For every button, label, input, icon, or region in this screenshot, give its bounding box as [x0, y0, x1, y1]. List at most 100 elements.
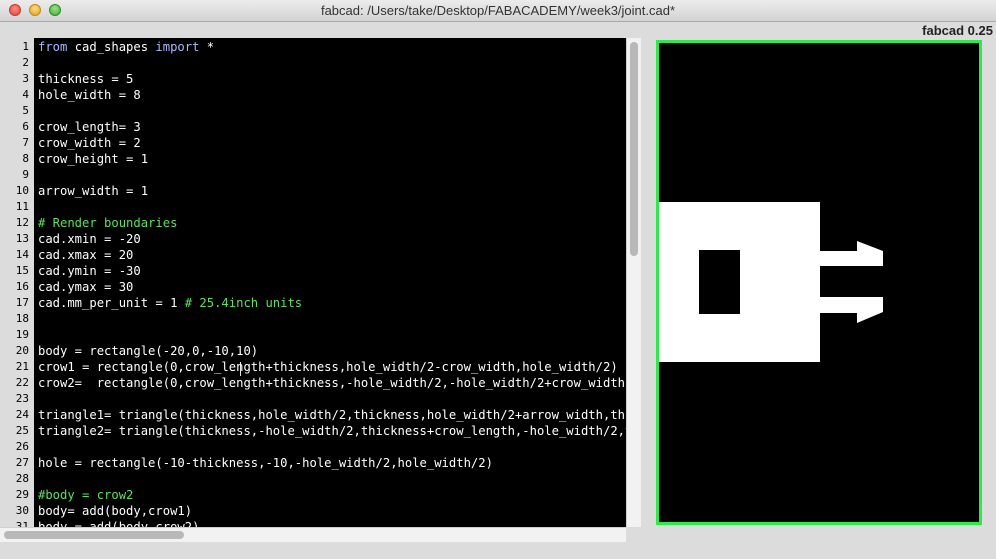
code-text: body = add(body,crow2): [38, 519, 199, 527]
line-number: 13: [15, 232, 29, 245]
zoom-window-button[interactable]: [49, 4, 61, 16]
code-line[interactable]: 30 body= add(body,crow1): [0, 503, 626, 519]
code-line[interactable]: 24 triangle1= triangle(thickness,hole_wid…: [0, 407, 626, 423]
render-preview: [656, 40, 982, 525]
code-lines: 1 from cad_shapes import * 2 3 thickness = 5…: [0, 39, 626, 527]
editor-vertical-scrollbar[interactable]: [626, 38, 641, 527]
minimize-window-button[interactable]: [29, 4, 41, 16]
line-number: 15: [15, 264, 29, 277]
code-line[interactable]: 31 body = add(body,crow2): [0, 519, 626, 527]
code-token: cad_shapes: [67, 40, 156, 54]
code-text: crow2= rectangle(0,crow_length+thickness…: [38, 375, 626, 391]
text-cursor: [240, 362, 241, 376]
line-number: 8: [22, 152, 29, 165]
line-number: 27: [15, 456, 29, 469]
vertical-scroll-thumb[interactable]: [630, 42, 638, 256]
code-line[interactable]: 18: [0, 311, 626, 327]
keyword-token: import: [155, 40, 200, 54]
code-line[interactable]: 1 from cad_shapes import *: [0, 39, 626, 55]
code-line[interactable]: 14 cad.xmax = 20: [0, 247, 626, 263]
code-line[interactable]: 27 hole = rectangle(-10-thickness,-10,-ho…: [0, 455, 626, 471]
comment-token: # 25.4inch units: [184, 296, 303, 310]
line-number: 22: [15, 376, 29, 389]
preview-canvas: [659, 202, 883, 362]
horizontal-scroll-thumb[interactable]: [4, 531, 184, 539]
code-text: crow1 = rectangle(0,crow_length+thicknes…: [38, 359, 618, 375]
code-token: body= add(body,crow1): [38, 504, 193, 518]
code-text: cad.ymax = 30: [38, 279, 133, 295]
code-line[interactable]: 7 crow_width = 2: [0, 135, 626, 151]
line-number: 28: [15, 472, 29, 485]
line-number: 14: [15, 248, 29, 261]
code-line[interactable]: 4 hole_width = 8: [0, 87, 626, 103]
line-number: 6: [22, 120, 29, 133]
code-token: thickness = 5: [38, 72, 134, 86]
code-line[interactable]: 2: [0, 55, 626, 71]
line-number: 12: [15, 216, 29, 229]
comment-token: #body = crow2: [38, 488, 134, 502]
line-number: 16: [15, 280, 29, 293]
title-bar: fabcad: /Users/take/Desktop/FABACADEMY/w…: [0, 0, 996, 22]
code-token: triangle1= triangle(thickness,hole_width…: [38, 408, 626, 422]
line-number: 29: [15, 488, 29, 501]
line-number: 5: [22, 104, 29, 117]
code-token: cad.ymin = -30: [38, 264, 141, 278]
code-token: cad.xmin = -20: [38, 232, 141, 246]
joint-shape: [659, 202, 883, 362]
code-text: cad.xmax = 20: [38, 247, 133, 263]
joint-hole: [699, 250, 740, 314]
editor-horizontal-scrollbar[interactable]: [0, 527, 626, 542]
code-token: body = add(body,crow2): [38, 520, 200, 527]
code-token: *: [199, 40, 215, 54]
code-token: body = rectangle(-20,0,-10,10): [38, 344, 259, 358]
code-line[interactable]: 9: [0, 167, 626, 183]
code-line[interactable]: 5: [0, 103, 626, 119]
code-token: cad.mm_per_unit = 1: [38, 296, 185, 310]
line-number: 7: [22, 136, 29, 149]
code-line[interactable]: 15 cad.ymin = -30: [0, 263, 626, 279]
code-line[interactable]: 10 arrow_width = 1: [0, 183, 626, 199]
code-text: # Render boundaries: [38, 215, 177, 231]
line-number: 31: [15, 520, 29, 527]
code-token: cad.ymax = 30: [38, 280, 134, 294]
line-number: 3: [22, 72, 29, 85]
line-number: 9: [22, 168, 29, 181]
code-text: body = rectangle(-20,0,-10,10): [38, 343, 258, 359]
code-text: from cad_shapes import *: [38, 39, 214, 55]
code-editor[interactable]: 1 from cad_shapes import * 2 3 thickness = 5…: [0, 38, 626, 527]
line-number: 18: [15, 312, 29, 325]
code-line[interactable]: 26: [0, 439, 626, 455]
code-line[interactable]: 16 cad.ymax = 30: [0, 279, 626, 295]
code-text: triangle2= triangle(thickness,-hole_widt…: [38, 423, 626, 439]
code-line[interactable]: 12 # Render boundaries: [0, 215, 626, 231]
code-token: crow_width = 2: [38, 136, 141, 150]
code-line[interactable]: 6 crow_length= 3: [0, 119, 626, 135]
code-line[interactable]: 22 crow2= rectangle(0,crow_length+thickne…: [0, 375, 626, 391]
code-text: hole_width = 8: [38, 87, 141, 103]
line-number: 2: [22, 56, 29, 69]
line-number: 11: [15, 200, 29, 213]
line-number: 20: [15, 344, 29, 357]
code-line[interactable]: 20 body = rectangle(-20,0,-10,10): [0, 343, 626, 359]
close-window-button[interactable]: [9, 4, 21, 16]
code-line[interactable]: 17 cad.mm_per_unit = 1 # 25.4inch units: [0, 295, 626, 311]
code-line[interactable]: 19: [0, 327, 626, 343]
code-token: hole_width = 8: [38, 88, 141, 102]
code-text: body= add(body,crow1): [38, 503, 192, 519]
code-text: arrow_width = 1: [38, 183, 148, 199]
code-line[interactable]: 3 thickness = 5: [0, 71, 626, 87]
code-line[interactable]: 13 cad.xmin = -20: [0, 231, 626, 247]
code-line[interactable]: 25 triangle2= triangle(thickness,-hole_wi…: [0, 423, 626, 439]
code-line[interactable]: 21 crow1 = rectangle(0,crow_length+thickn…: [0, 359, 626, 375]
line-number: 1: [22, 40, 29, 53]
code-line[interactable]: 28: [0, 471, 626, 487]
code-line[interactable]: 23: [0, 391, 626, 407]
code-token: crow_height = 1: [38, 152, 149, 166]
code-token: crow2= rectangle(0,crow_length+thickness…: [38, 376, 626, 390]
code-line[interactable]: 11: [0, 199, 626, 215]
line-number: 25: [15, 424, 29, 437]
code-line[interactable]: 29 #body = crow2: [0, 487, 626, 503]
line-number: 17: [15, 296, 29, 309]
code-text: cad.mm_per_unit = 1 # 25.4inch units: [38, 295, 302, 311]
code-line[interactable]: 8 crow_height = 1: [0, 151, 626, 167]
